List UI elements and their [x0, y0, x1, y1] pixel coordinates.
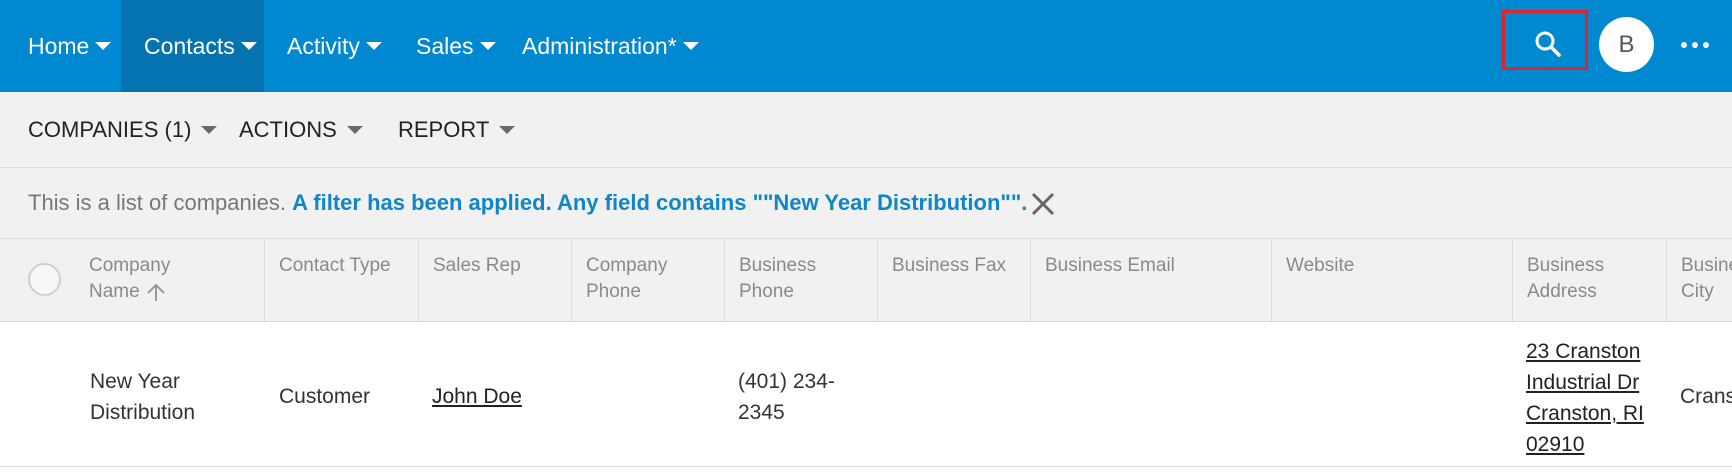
chevron-down-icon [201, 125, 218, 134]
column-header-business-city[interactable]: Busine City [1666, 239, 1732, 321]
column-header-sales-rep[interactable]: Sales Rep [418, 239, 571, 321]
column-header-label: Busine [1681, 255, 1732, 276]
column-header-label: Business [1527, 255, 1605, 276]
column-header-label: Business Fax [892, 255, 1007, 276]
column-header-company-phone[interactable]: Company Phone [571, 239, 724, 321]
cell-text: 2345 [738, 401, 785, 424]
nav-administration-label: Administration* [522, 33, 677, 59]
column-header-label: Company [586, 255, 668, 276]
nav-sales-label: Sales [416, 33, 474, 59]
companies-dropdown[interactable]: COMPANIES (1) [28, 92, 218, 167]
column-header-label: Business Email [1045, 255, 1175, 276]
report-dropdown-label: REPORT [398, 117, 490, 142]
cell-contact-type: Customer [279, 385, 371, 408]
column-header-business-email[interactable]: Business Email [1030, 239, 1271, 321]
list-toolbar: COMPANIES (1) ACTIONS REPORT [0, 92, 1732, 168]
column-header-label: City [1681, 281, 1714, 302]
column-header-label: Phone [739, 281, 794, 302]
cell-text: (401) 234- [738, 370, 835, 393]
column-header-business-fax[interactable]: Business Fax [877, 239, 1030, 321]
column-header-label: Name [89, 281, 140, 302]
avatar[interactable]: B [1599, 17, 1654, 72]
column-header-label: Website [1286, 255, 1355, 276]
nav-sales[interactable]: Sales [416, 0, 496, 92]
cell-business-phone: (401) 234- 2345 [738, 366, 835, 428]
companies-dropdown-label: COMPANIES (1) [28, 117, 192, 142]
cell-text: New Year [90, 370, 180, 393]
nav-activity[interactable]: Activity [287, 0, 382, 92]
sales-rep-link[interactable]: John Doe [432, 385, 522, 408]
report-dropdown[interactable]: REPORT [398, 92, 516, 167]
column-header-company-name[interactable]: Company Name [75, 239, 265, 321]
column-header-website[interactable]: Website [1271, 239, 1512, 321]
more-options-icon[interactable] [1681, 34, 1711, 54]
address-link[interactable]: 02910 [1526, 429, 1644, 460]
clear-filter-icon[interactable] [1029, 190, 1057, 218]
column-header-label: Business [739, 255, 817, 276]
search-icon [1535, 31, 1561, 57]
cell-business-city: Crans [1680, 385, 1732, 408]
table-header: Company Name Contact Type Sales Rep Comp… [0, 239, 1732, 322]
cell-sales-rep: John Doe [432, 381, 522, 412]
column-header-contact-type[interactable]: Contact Type [264, 239, 418, 321]
chevron-down-icon [365, 42, 382, 51]
address-link[interactable]: Industrial Dr [1526, 367, 1644, 398]
address-link[interactable]: Cranston, RI [1526, 398, 1644, 429]
search-button[interactable] [1502, 10, 1588, 70]
filter-prefix-text: This is a list of companies. [28, 190, 286, 215]
column-header-label: Sales Rep [433, 255, 521, 276]
address-link[interactable]: 23 Cranston [1526, 336, 1644, 367]
cell-business-address: 23 Cranston Industrial Dr Cranston, RI 0… [1526, 336, 1644, 460]
filter-description: This is a list of companies. A filter ha… [28, 168, 1027, 238]
cell-text: Distribution [90, 401, 196, 424]
top-nav-bar: Home Contacts Activity Sales Administrat… [0, 0, 1732, 92]
chevron-down-icon [95, 42, 112, 51]
column-header-label: Address [1527, 281, 1597, 302]
nav-home[interactable]: Home [28, 0, 112, 92]
column-header-label: Phone [586, 281, 641, 302]
chevron-down-icon [346, 125, 363, 134]
chevron-down-icon [682, 42, 699, 51]
actions-dropdown-label: ACTIONS [239, 117, 337, 142]
filter-applied-link[interactable]: A filter has been applied. Any field con… [292, 190, 1027, 215]
column-header-business-phone[interactable]: Business Phone [724, 239, 877, 321]
select-all-checkbox[interactable] [28, 263, 61, 296]
nav-administration[interactable]: Administration* [522, 0, 699, 92]
filter-banner: This is a list of companies. A filter ha… [0, 168, 1732, 239]
sort-ascending-icon [146, 283, 165, 301]
actions-dropdown[interactable]: ACTIONS [239, 92, 363, 167]
column-header-label: Company [89, 255, 171, 276]
column-header-business-address[interactable]: Business Address [1512, 239, 1666, 321]
chevron-down-icon [240, 42, 257, 51]
chevron-down-icon [479, 42, 496, 51]
column-header-label: Contact Type [279, 255, 391, 276]
table-row[interactable]: New Year Distribution Customer John Doe … [0, 322, 1732, 467]
nav-activity-label: Activity [287, 33, 360, 59]
nav-contacts-label: Contacts [144, 33, 235, 59]
chevron-down-icon [499, 125, 516, 134]
nav-home-label: Home [28, 33, 90, 59]
nav-contacts[interactable]: Contacts [121, 0, 264, 92]
cell-company-name[interactable]: New Year Distribution [90, 366, 195, 428]
